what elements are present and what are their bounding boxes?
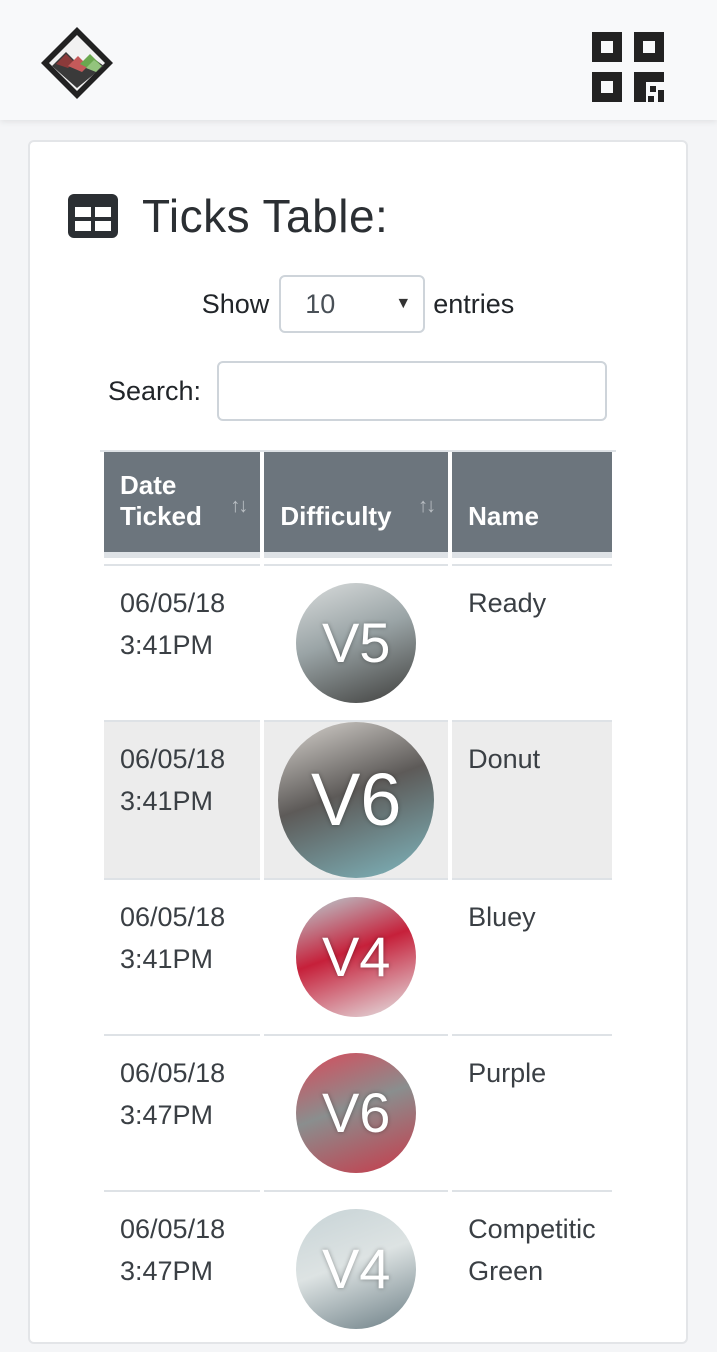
table-row[interactable]: 06/05/18 3:47PM V6 Purple xyxy=(104,1034,612,1190)
difficulty-cell: V4 xyxy=(264,1190,449,1346)
grade-text: V4 xyxy=(321,925,391,988)
route-name: Competitic xyxy=(468,1214,596,1244)
difficulty-cell: V6 xyxy=(264,1034,449,1190)
name-cell: Bluey xyxy=(452,878,612,1034)
column-header-name[interactable]: Name xyxy=(452,452,612,558)
route-name: Ready xyxy=(468,588,547,618)
table-row[interactable]: 06/05/18 3:41PM V6 Donut xyxy=(104,720,612,878)
grade-text: V6 xyxy=(310,758,402,841)
route-name: Bluey xyxy=(468,902,536,932)
entries-label: entries xyxy=(433,288,515,319)
grade-text: V6 xyxy=(321,1081,391,1144)
time-text: 3:41PM xyxy=(120,630,214,660)
date-text: 06/05/18 xyxy=(120,1058,226,1088)
name-cell: Purple xyxy=(452,1034,612,1190)
page-title: Ticks Table: xyxy=(142,190,389,242)
sort-icon: ↑↓ xyxy=(230,495,248,517)
time-text: 3:41PM xyxy=(120,786,214,816)
column-header-date-ticked[interactable]: Date Ticked ↑↓ xyxy=(104,452,261,558)
column-header-label: Date xyxy=(120,470,177,500)
table-row[interactable]: 06/05/18 3:47PM V4 Competitic Green xyxy=(104,1190,612,1346)
grade-badge[interactable]: V4 xyxy=(296,1209,417,1329)
date-cell: 06/05/18 3:41PM xyxy=(104,564,261,720)
column-header-difficulty[interactable]: Difficulty ↑↓ xyxy=(264,452,449,558)
search-control: Search: xyxy=(108,360,608,422)
ticks-card: Ticks Table: Show 10 ▼ entries Search: D… xyxy=(28,140,688,1344)
column-header-label: Ticked xyxy=(120,501,202,531)
card-title: Ticks Table: xyxy=(68,186,388,246)
sort-icon: ↑↓ xyxy=(418,495,436,517)
date-cell: 06/05/18 3:47PM xyxy=(104,1190,261,1346)
difficulty-cell: V6 xyxy=(264,720,449,878)
date-cell: 06/05/18 3:47PM xyxy=(104,1034,261,1190)
table-row[interactable]: 06/05/18 3:41PM V5 Ready xyxy=(104,564,612,720)
grade-text: V5 xyxy=(321,611,391,674)
ticks-table-wrapper[interactable]: Date Ticked ↑↓ Difficulty ↑↓ Name 06/05/… xyxy=(100,450,616,1352)
date-text: 06/05/18 xyxy=(120,744,226,774)
route-name: Purple xyxy=(468,1058,547,1088)
difficulty-cell: V4 xyxy=(264,878,449,1034)
route-name: Donut xyxy=(468,744,541,774)
grade-text: V4 xyxy=(321,1237,391,1300)
column-header-label: Name xyxy=(468,501,539,531)
grade-badge[interactable]: V6 xyxy=(296,1053,417,1173)
table-row[interactable]: 06/05/18 3:41PM V4 Bluey xyxy=(104,878,612,1034)
name-cell: Ready xyxy=(452,564,612,720)
mountain-logo-icon[interactable] xyxy=(38,24,116,102)
entries-select[interactable]: 10 ▼ xyxy=(279,275,426,333)
search-input[interactable] xyxy=(217,361,608,421)
date-cell: 06/05/18 3:41PM xyxy=(104,878,261,1034)
show-label: Show xyxy=(201,288,270,319)
time-text: 3:47PM xyxy=(120,1100,214,1130)
route-name-continued: Green xyxy=(468,1256,544,1286)
entries-select-value: 10 xyxy=(305,288,336,319)
date-text: 06/05/18 xyxy=(120,588,226,618)
search-label: Search: xyxy=(108,375,202,406)
chevron-down-icon: ▼ xyxy=(395,295,412,312)
grade-badge[interactable]: V5 xyxy=(296,583,417,703)
date-text: 06/05/18 xyxy=(120,902,226,932)
grade-badge[interactable]: V6 xyxy=(278,722,435,878)
navbar xyxy=(0,0,717,120)
time-text: 3:47PM xyxy=(120,1256,214,1286)
qr-code-icon[interactable] xyxy=(592,32,664,104)
name-cell: Donut xyxy=(452,720,612,878)
table-icon xyxy=(68,194,118,238)
date-text: 06/05/18 xyxy=(120,1214,226,1244)
name-cell: Competitic Green xyxy=(452,1190,612,1346)
grade-badge[interactable]: V4 xyxy=(296,897,417,1017)
date-cell: 06/05/18 3:41PM xyxy=(104,720,261,878)
entries-length-control: Show 10 ▼ entries xyxy=(30,272,686,336)
column-header-label: Difficulty xyxy=(280,501,392,531)
time-text: 3:41PM xyxy=(120,944,214,974)
ticks-table: Date Ticked ↑↓ Difficulty ↑↓ Name 06/05/… xyxy=(100,452,616,1346)
difficulty-cell: V5 xyxy=(264,564,449,720)
